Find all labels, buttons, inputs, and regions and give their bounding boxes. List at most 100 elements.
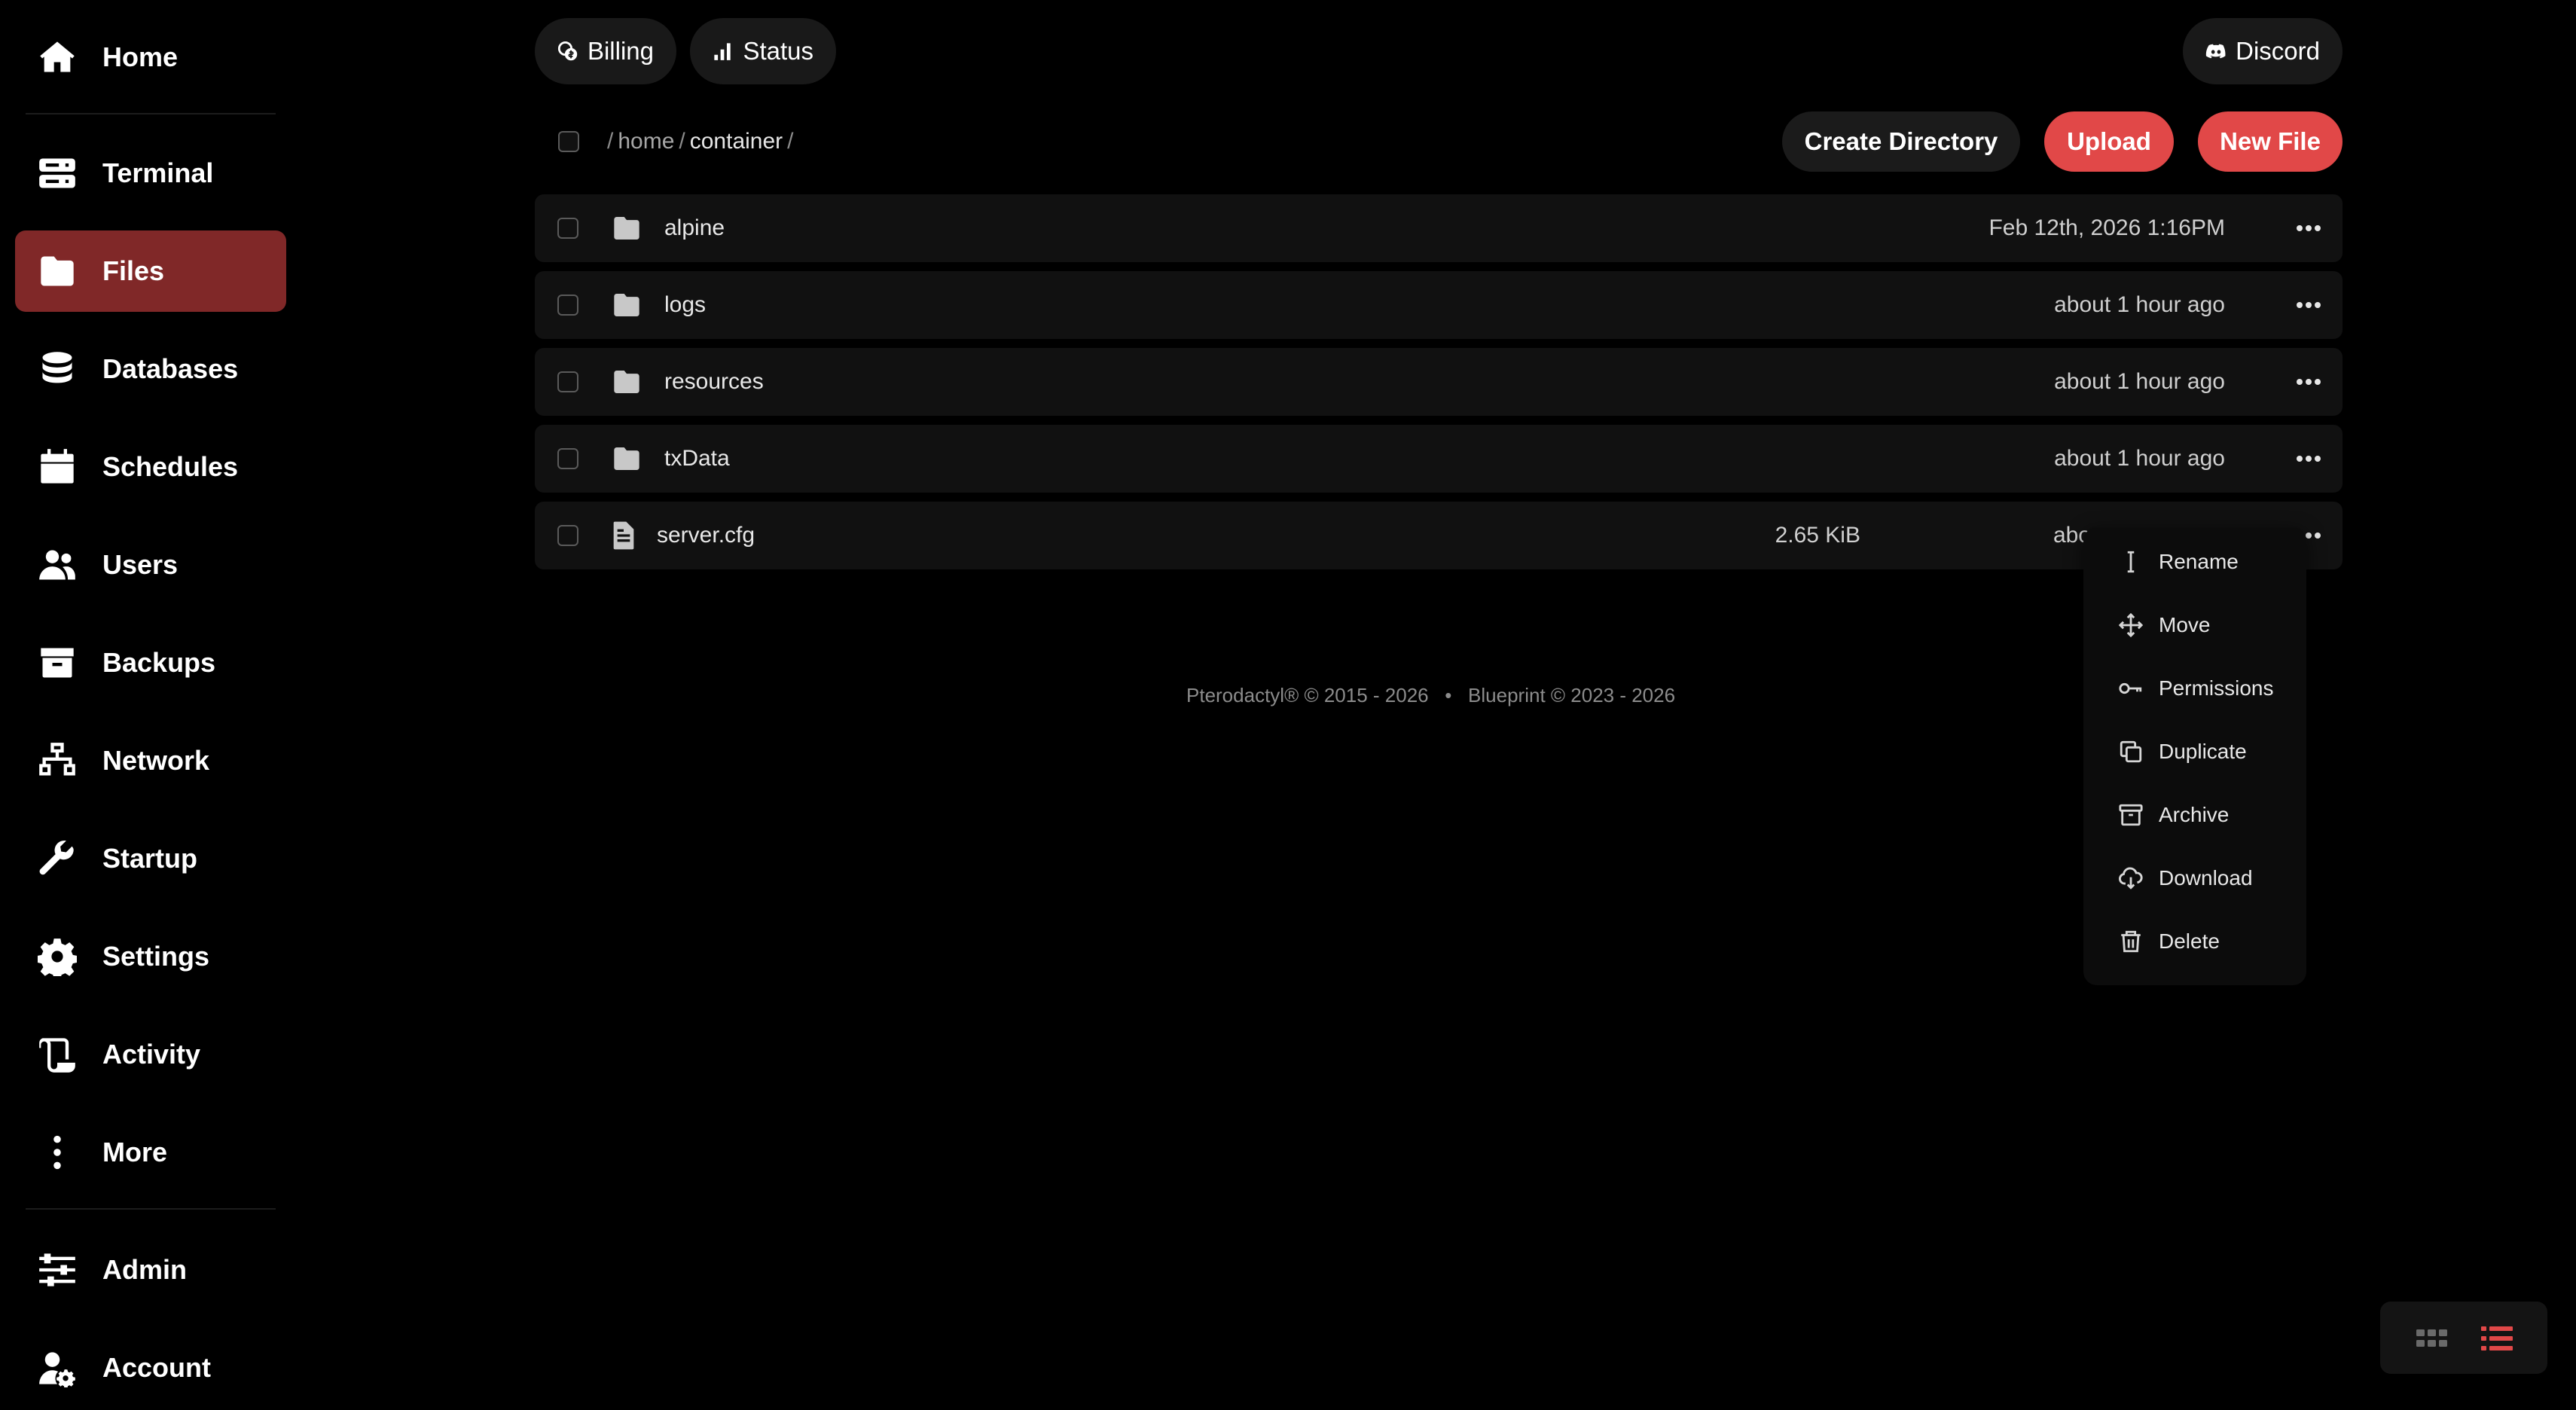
file-row-alpine[interactable]: alpine Feb 12th, 2026 1:16PM	[535, 194, 2343, 262]
sidebar-item-network[interactable]: Network	[15, 720, 286, 801]
breadcrumb-separator: /	[679, 129, 685, 154]
sidebar-item-label: Admin	[102, 1254, 187, 1285]
sidebar-item-backups[interactable]: Backups	[15, 622, 286, 703]
archive-box-icon	[2119, 804, 2143, 826]
discord-icon	[2205, 44, 2226, 59]
file-size: 2.65 KiB	[1775, 523, 1860, 548]
billing-label: Billing	[587, 37, 654, 65]
scroll-icon	[36, 1033, 78, 1076]
gear-icon	[36, 935, 78, 978]
sidebar-item-label: Account	[102, 1352, 211, 1383]
folder-icon	[612, 444, 642, 474]
file-row-txdata[interactable]: txData about 1 hour ago	[535, 425, 2343, 493]
row-checkbox[interactable]	[557, 218, 578, 239]
menu-item-label: Move	[2159, 613, 2211, 636]
network-icon	[36, 740, 78, 782]
sidebar-divider	[26, 1208, 276, 1210]
file-name: resources	[664, 369, 764, 394]
more-actions-icon[interactable]	[2291, 288, 2326, 322]
billing-button[interactable]: Billing	[535, 18, 676, 84]
menu-item-rename[interactable]: Rename	[2118, 539, 2239, 584]
menu-item-archive[interactable]: Archive	[2118, 792, 2229, 838]
coins-icon	[557, 41, 578, 61]
archive-icon	[36, 642, 78, 684]
database-icon	[36, 348, 78, 390]
home-icon	[36, 36, 78, 78]
wrench-icon	[36, 838, 78, 880]
user-gear-icon	[36, 1347, 78, 1389]
breadcrumb-container[interactable]: container	[690, 129, 783, 154]
sidebar-item-label: Home	[102, 41, 179, 72]
status-button[interactable]: Status	[690, 18, 836, 84]
sidebar-item-databases[interactable]: Databases	[15, 328, 286, 410]
sidebar-item-activity[interactable]: Activity	[15, 1014, 286, 1095]
menu-item-delete[interactable]: Delete	[2118, 919, 2220, 964]
menu-item-label: Archive	[2159, 803, 2230, 826]
file-modified: about 1 hour ago	[2054, 292, 2225, 317]
list-view-icon[interactable]	[2478, 1320, 2516, 1357]
menu-item-label: Download	[2159, 866, 2253, 890]
text-cursor-icon	[2127, 551, 2135, 573]
file-row-logs[interactable]: logs about 1 hour ago	[535, 271, 2343, 339]
signal-bars-icon	[714, 43, 731, 60]
sidebar-item-schedules[interactable]: Schedules	[15, 426, 286, 508]
menu-item-label: Rename	[2159, 550, 2239, 573]
create-directory-button[interactable]: Create Directory	[1782, 111, 2020, 172]
users-icon	[36, 544, 78, 586]
sidebar-item-settings[interactable]: Settings	[15, 916, 286, 997]
copy-icon	[2120, 740, 2142, 763]
file-name: alpine	[664, 215, 725, 240]
more-actions-icon[interactable]	[2291, 441, 2326, 476]
discord-button[interactable]: Discord	[2183, 18, 2343, 84]
select-all-checkbox[interactable]	[558, 131, 579, 152]
folder-icon	[612, 213, 642, 243]
file-name: server.cfg	[657, 523, 755, 548]
view-toggle	[2380, 1302, 2547, 1374]
breadcrumb: / home / container /	[607, 125, 798, 158]
trash-icon	[2121, 930, 2141, 953]
file-modified: about 1 hour ago	[2054, 446, 2225, 471]
sidebar-item-label: Backups	[102, 647, 216, 678]
upload-button[interactable]: Upload	[2044, 111, 2174, 172]
menu-item-label: Permissions	[2159, 676, 2274, 700]
sidebar-item-admin[interactable]: Admin	[15, 1229, 286, 1311]
menu-item-download[interactable]: Download	[2118, 856, 2253, 901]
row-checkbox[interactable]	[557, 295, 578, 316]
menu-item-move[interactable]: Move	[2118, 603, 2210, 648]
file-row-server-cfg[interactable]: server.cfg 2.65 KiB abo	[535, 502, 2343, 569]
new-file-button[interactable]: New File	[2198, 111, 2343, 172]
sidebar-item-more[interactable]: More	[15, 1112, 286, 1193]
sidebar-item-users[interactable]: Users	[15, 524, 286, 606]
more-actions-icon[interactable]	[2291, 211, 2326, 246]
more-actions-icon[interactable]	[2291, 365, 2326, 399]
sidebar-item-label: Activity	[102, 1039, 201, 1070]
vertical-dots-icon	[36, 1131, 78, 1173]
footer-copyright: Pterodactyl® © 2015 - 2026 • Blueprint ©…	[1186, 684, 1676, 707]
file-modified: Feb 12th, 2026 1:16PM	[1988, 215, 2225, 240]
sidebar-item-label: Databases	[102, 353, 239, 384]
sidebar-item-terminal[interactable]: Terminal	[15, 133, 286, 214]
breadcrumb-home[interactable]: home	[618, 129, 674, 154]
file-icon	[609, 520, 639, 551]
sidebar-item-home[interactable]: Home	[15, 17, 286, 98]
file-row-resources[interactable]: resources about 1 hour ago	[535, 348, 2343, 416]
row-checkbox[interactable]	[557, 371, 578, 392]
file-modified: about 1 hour ago	[2054, 369, 2225, 394]
menu-item-permissions[interactable]: Permissions	[2118, 666, 2273, 711]
sidebar-item-label: Schedules	[102, 451, 239, 482]
row-checkbox[interactable]	[557, 525, 578, 546]
menu-item-duplicate[interactable]: Duplicate	[2118, 729, 2247, 774]
row-checkbox[interactable]	[557, 448, 578, 469]
key-icon	[2119, 682, 2142, 694]
sidebar-item-files[interactable]: Files	[15, 230, 286, 312]
move-arrows-icon	[2118, 612, 2144, 638]
grid-view-icon[interactable]	[2413, 1320, 2451, 1357]
folder-icon	[36, 250, 78, 292]
sidebar-item-label: Startup	[102, 843, 197, 874]
discord-label: Discord	[2236, 37, 2320, 65]
sliders-icon	[36, 1249, 78, 1291]
sidebar-item-label: Files	[102, 255, 165, 286]
sidebar-item-startup[interactable]: Startup	[15, 818, 286, 899]
sidebar-item-account[interactable]: Account	[15, 1327, 286, 1408]
menu-item-label: Delete	[2159, 929, 2220, 953]
